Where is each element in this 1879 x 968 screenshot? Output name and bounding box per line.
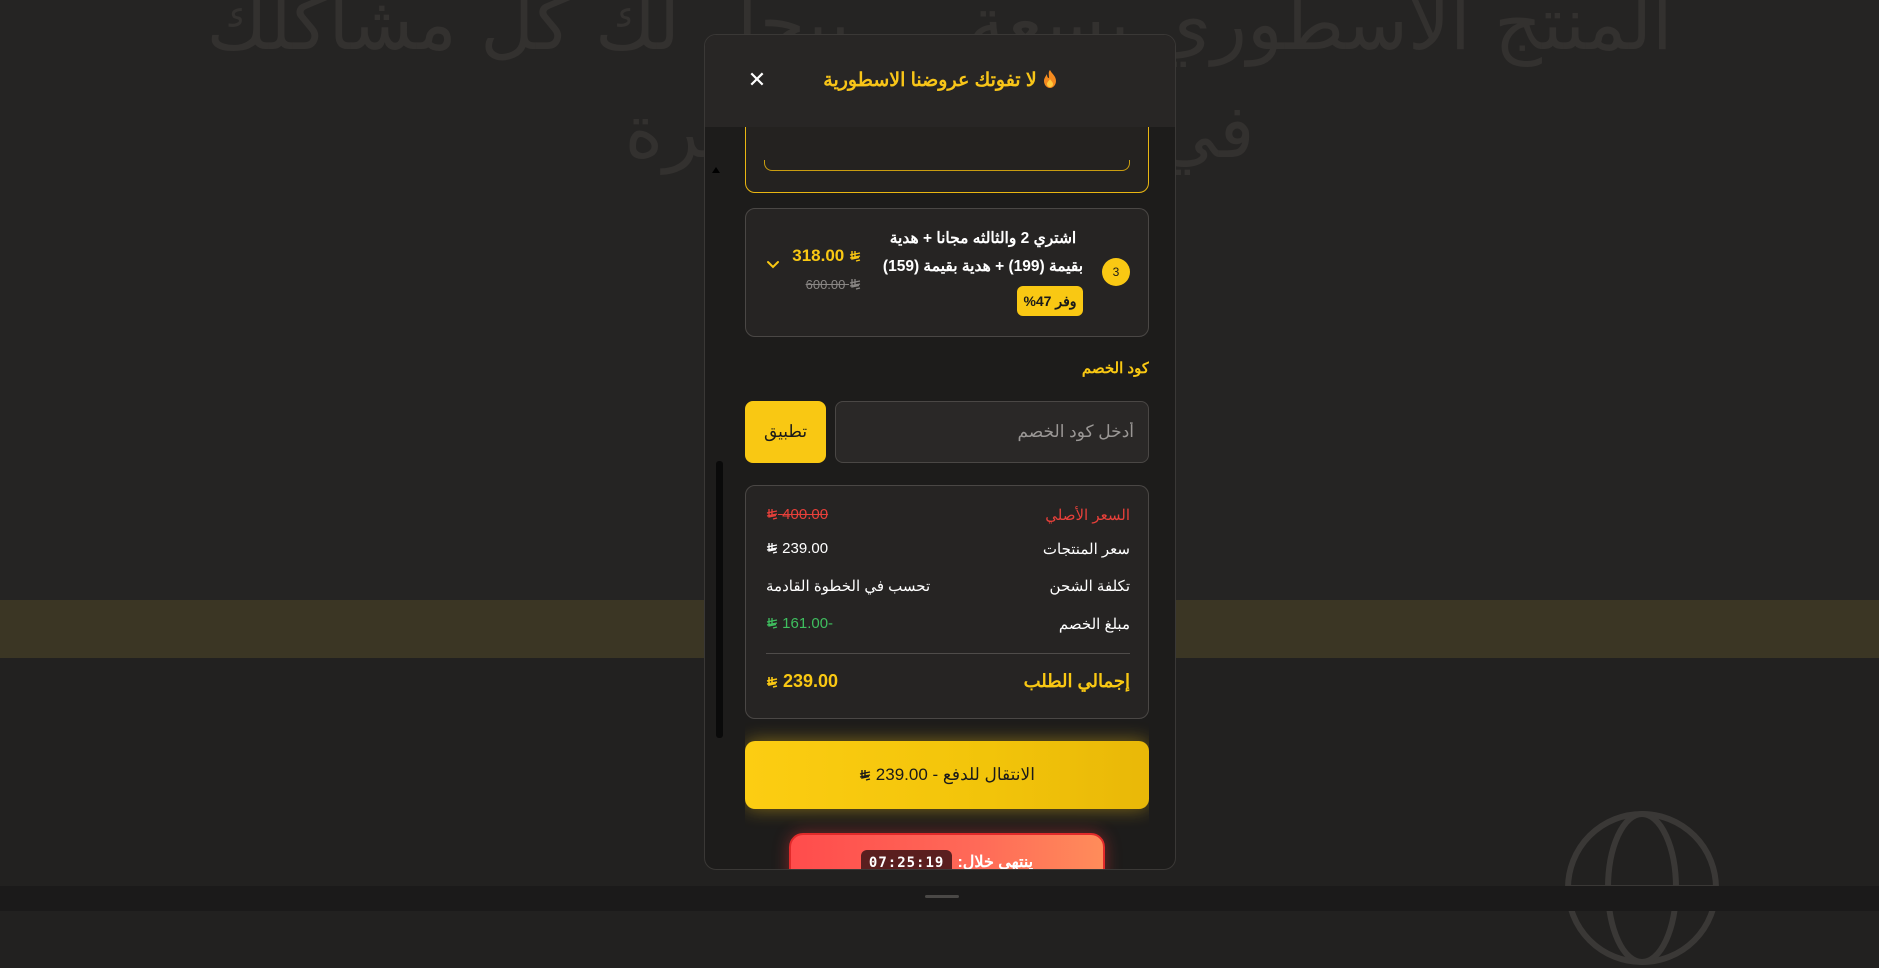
scrollbar[interactable] [711, 131, 723, 867]
modal-content: 3 اشتري 2 والثالثه مجانا + هدية بقيمة (1… [745, 127, 1149, 870]
checkout-button-label: الانتقال للدفع - 239.00 [875, 765, 1035, 784]
offers-modal: ✕ لا تفوتك عروضنا الاسطورية 3 اشتري 2 وا… [704, 34, 1176, 870]
discount-code-label: كود الخصم [1081, 360, 1149, 377]
riyal-icon [849, 279, 861, 290]
summary-row-discount: مبلغ الخصم 161.00- [766, 615, 1130, 639]
summary-divider [766, 653, 1130, 654]
summary-row-shipping: تكلفة الشحن تحسب في الخطوة القادمة [766, 577, 1130, 601]
offer-old-price: 600.00 [786, 277, 861, 292]
countdown-label: ينتهي خلال: [957, 854, 1034, 870]
offer-price: 318.00 [786, 246, 861, 266]
shipping-cost-label: تكلفة الشحن [1049, 578, 1130, 595]
products-price-label: سعر المنتجات [1042, 541, 1130, 558]
modal-title-text: لا تفوتك عروضنا الاسطورية [823, 70, 1037, 91]
discount-amount-value: 161.00- [766, 615, 833, 632]
save-badge: وفر 47% [1017, 286, 1083, 316]
discount-amount-label: مبلغ الخصم [1058, 616, 1130, 633]
offer-old-price-value: 600.00 [805, 277, 846, 292]
apply-button[interactable]: تطبيق [745, 401, 826, 463]
original-price-label: السعر الأصلي [1045, 507, 1130, 524]
chevron-down-icon[interactable] [766, 260, 780, 270]
modal-header: ✕ لا تفوتك عروضنا الاسطورية [705, 35, 1175, 127]
summary-row-total: إجمالي الطلب 239.00 [766, 671, 1130, 695]
original-price-value: 400.00 [766, 506, 828, 523]
riyal-icon [766, 509, 778, 520]
offer-card-inner [764, 160, 1130, 171]
modal-title: لا تفوتك عروضنا الاسطورية [785, 65, 1095, 97]
fire-icon [1043, 70, 1056, 88]
offer-number-badge[interactable]: 3 [1102, 258, 1130, 286]
scroll-up-arrow-icon[interactable] [712, 167, 720, 173]
order-total-amount: 239.00 [783, 671, 839, 691]
countdown-timer: 07:25:19 [860, 849, 953, 869]
offer-title: اشتري 2 والثالثه مجانا + هدية بقيمة (199… [882, 230, 1084, 275]
offer-card-selected[interactable] [745, 127, 1149, 193]
riyal-icon [766, 677, 778, 688]
order-total-value: 239.00 [766, 671, 838, 692]
summary-row-original: السعر الأصلي 400.00 [766, 506, 1130, 530]
original-price-amount: 400.00 [782, 506, 829, 523]
riyal-icon [859, 770, 871, 781]
summary-row-products: سعر المنتجات 239.00 [766, 540, 1130, 564]
checkout-button[interactable]: الانتقال للدفع - 239.00 [745, 741, 1149, 809]
offer-price-value: 318.00 [792, 246, 845, 265]
scrollbar-thumb[interactable] [716, 461, 723, 738]
close-icon[interactable]: ✕ [743, 67, 771, 95]
countdown-banner: ينتهي خلال: 07:25:19 [789, 833, 1105, 870]
offer-card[interactable]: 3 اشتري 2 والثالثه مجانا + هدية بقيمة (1… [745, 208, 1149, 337]
drag-handle[interactable] [925, 895, 959, 898]
products-price-value: 239.00 [766, 540, 828, 557]
riyal-icon [849, 251, 861, 262]
riyal-icon [766, 543, 778, 554]
discount-amount-amount: 161.00- [782, 615, 834, 632]
background-footer [0, 886, 1879, 911]
order-total-label: إجمالي الطلب [1023, 671, 1130, 691]
order-summary: السعر الأصلي 400.00 سعر المنتجات 239.00 … [745, 485, 1149, 719]
products-price-amount: 239.00 [782, 540, 829, 557]
riyal-icon [766, 618, 778, 629]
shipping-cost-value: تحسب في الخطوة القادمة [766, 578, 931, 595]
discount-code-input[interactable] [835, 401, 1149, 463]
